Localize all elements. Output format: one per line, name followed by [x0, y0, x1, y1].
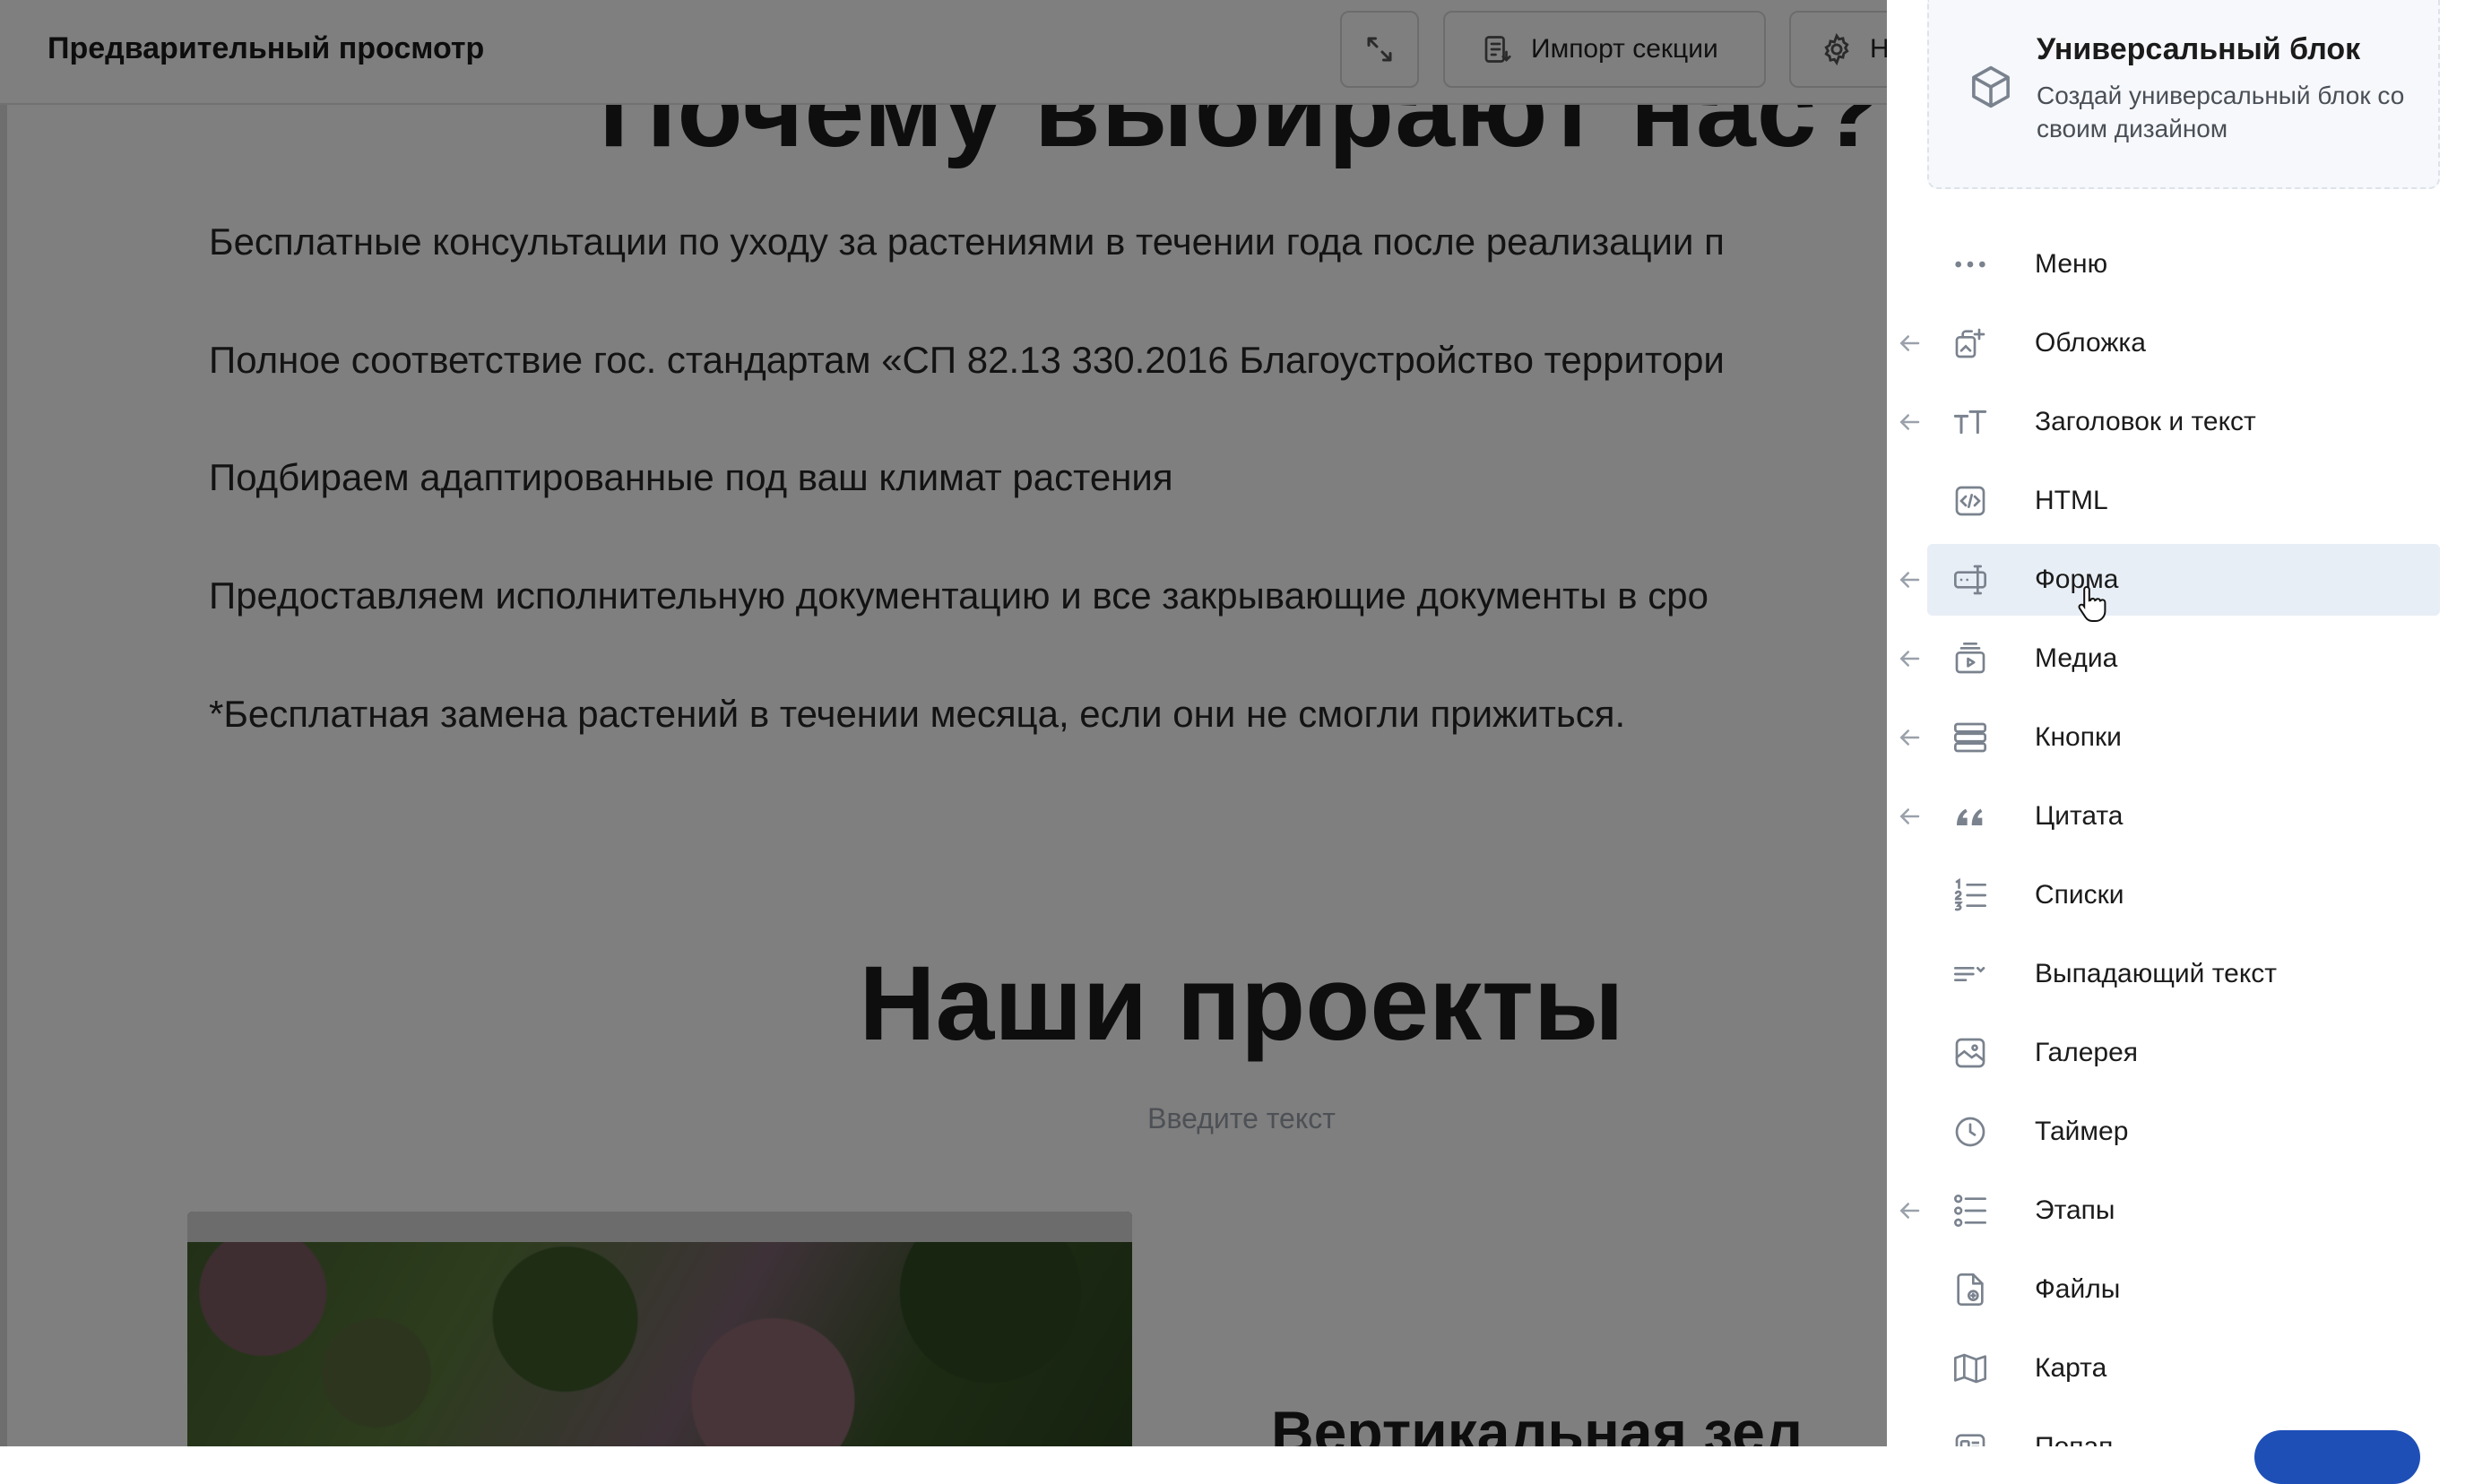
block-item-html[interactable]: HTML — [1927, 465, 2440, 537]
projects-subtitle: Введите текст — [1147, 1102, 1336, 1135]
blocks-sidebar: Универсальный блок Создай универсальный … — [1887, 0, 2474, 1446]
dropdown-text-icon — [1954, 967, 1985, 981]
block-item-steps[interactable]: Этапы — [1927, 1175, 2440, 1247]
project-title: Вертикальная зел — [1271, 1399, 1803, 1446]
block-item-dropdown-text[interactable]: Выпадающий текст — [1927, 938, 2440, 1010]
block-item-label: Кнопки — [2035, 722, 2122, 752]
block-item-media[interactable]: Медиа — [1927, 623, 2440, 695]
gallery-icon — [1955, 1038, 1985, 1068]
block-item-timer[interactable]: Таймер — [1927, 1096, 2440, 1168]
code-icon — [1955, 486, 1985, 516]
form-icon — [1954, 565, 1986, 595]
block-item-label: Списки — [2035, 880, 2124, 910]
text-icon — [1953, 410, 1987, 435]
preview-panel: Почему выбирают нас? Бесплатные консульт… — [0, 0, 1887, 1446]
block-item-cover[interactable]: Обложка — [1927, 307, 2440, 379]
preview-content: Почему выбирают нас? Бесплатные консульт… — [0, 0, 1887, 1446]
popup-icon — [1955, 1434, 1985, 1446]
gear-icon — [1824, 32, 1849, 66]
benefit-text: Полное соответствие гос. стандартам «СП … — [209, 339, 1725, 381]
media-icon — [1955, 643, 1985, 674]
import-section-button[interactable]: Импорт секции — [1443, 11, 1766, 88]
import-icon — [1484, 36, 1511, 63]
arrow-left-icon — [1899, 808, 1920, 824]
arrow-left-icon — [1899, 729, 1920, 746]
cover-icon — [1955, 328, 1985, 358]
block-item-menu[interactable]: Меню — [1927, 229, 2440, 300]
settings-button[interactable]: Н — [1789, 11, 1887, 88]
file-icon — [1957, 1273, 1984, 1306]
block-item-map[interactable]: Карта — [1927, 1333, 2440, 1404]
arrow-left-icon — [1899, 651, 1920, 667]
universal-block-card[interactable]: Универсальный блок Создай универсальный … — [1927, 0, 2440, 189]
block-item-label: Меню — [2035, 249, 2108, 279]
arrow-left-icon — [1899, 572, 1920, 588]
block-item-label: Выпадающий текст — [2035, 959, 2278, 988]
block-item-gallery[interactable]: Галерея — [1927, 1017, 2440, 1089]
benefit-text: Предоставляем исполнительную документаци… — [209, 574, 1708, 617]
block-item-label: HTML — [2035, 486, 2108, 515]
block-item-label: Таймер — [2035, 1117, 2129, 1146]
benefit-text: Бесплатные консультации по уходу за раст… — [209, 220, 1725, 263]
page-title: Предварительный просмотр — [48, 31, 485, 65]
block-item-label: Цитата — [2035, 801, 2124, 831]
block-item-label: Медиа — [2035, 643, 2118, 673]
block-item-files[interactable]: Файлы — [1927, 1254, 2440, 1325]
map-icon — [1954, 1353, 1986, 1384]
block-item-label: Файлы — [2035, 1274, 2121, 1304]
projects-heading: Наши проекты — [859, 945, 1624, 1063]
steps-icon — [1954, 1195, 1986, 1227]
preview-toolbar: Предварительный просмотр Импорт секции Н — [0, 0, 1887, 105]
block-item-label: Попап — [2035, 1429, 2113, 1446]
import-section-label: Импорт секции — [1531, 34, 1718, 64]
project-photo — [187, 1212, 1132, 1446]
clock-icon — [1955, 1117, 1985, 1147]
panel-edge — [0, 0, 7, 1446]
arrow-left-icon — [1899, 1203, 1920, 1219]
expand-button[interactable] — [1340, 11, 1419, 88]
block-item-label: Галерея — [2035, 1038, 2139, 1067]
universal-block-description: Создай универсальный блок со своим дизай… — [2037, 82, 2405, 142]
block-item-quote[interactable]: Цитата — [1927, 781, 2440, 852]
cube-icon — [1972, 65, 2010, 108]
list-icon — [1954, 877, 1986, 911]
expand-icon — [1367, 37, 1392, 62]
block-item-label: Карта — [2035, 1353, 2107, 1383]
block-item-form[interactable]: Форма — [1927, 544, 2440, 616]
benefit-text: Подбираем адаптированные под ваш климат … — [209, 456, 1173, 498]
benefit-text: *Бесплатная замена растений в течении ме… — [209, 693, 1626, 735]
block-item-lists[interactable]: Списки — [1927, 859, 2440, 931]
hand-cursor-icon — [2078, 585, 2106, 622]
settings-label: Н — [1870, 34, 1887, 64]
arrow-left-icon — [1899, 414, 1920, 430]
buttons-icon — [1954, 722, 1986, 753]
block-item-label: Заголовок и текст — [2035, 407, 2256, 436]
quote-icon — [1957, 808, 1983, 825]
floating-action-button[interactable] — [2254, 1430, 2420, 1484]
block-item-label: Этапы — [2035, 1195, 2115, 1225]
arrow-left-icon — [1899, 335, 1920, 351]
universal-block-title: Универсальный блок — [2037, 32, 2361, 66]
block-item-label: Обложка — [2035, 328, 2146, 358]
block-item-buttons[interactable]: Кнопки — [1927, 702, 2440, 773]
dots-icon — [1955, 261, 1985, 268]
block-item-heading-text[interactable]: Заголовок и текст — [1927, 386, 2440, 458]
